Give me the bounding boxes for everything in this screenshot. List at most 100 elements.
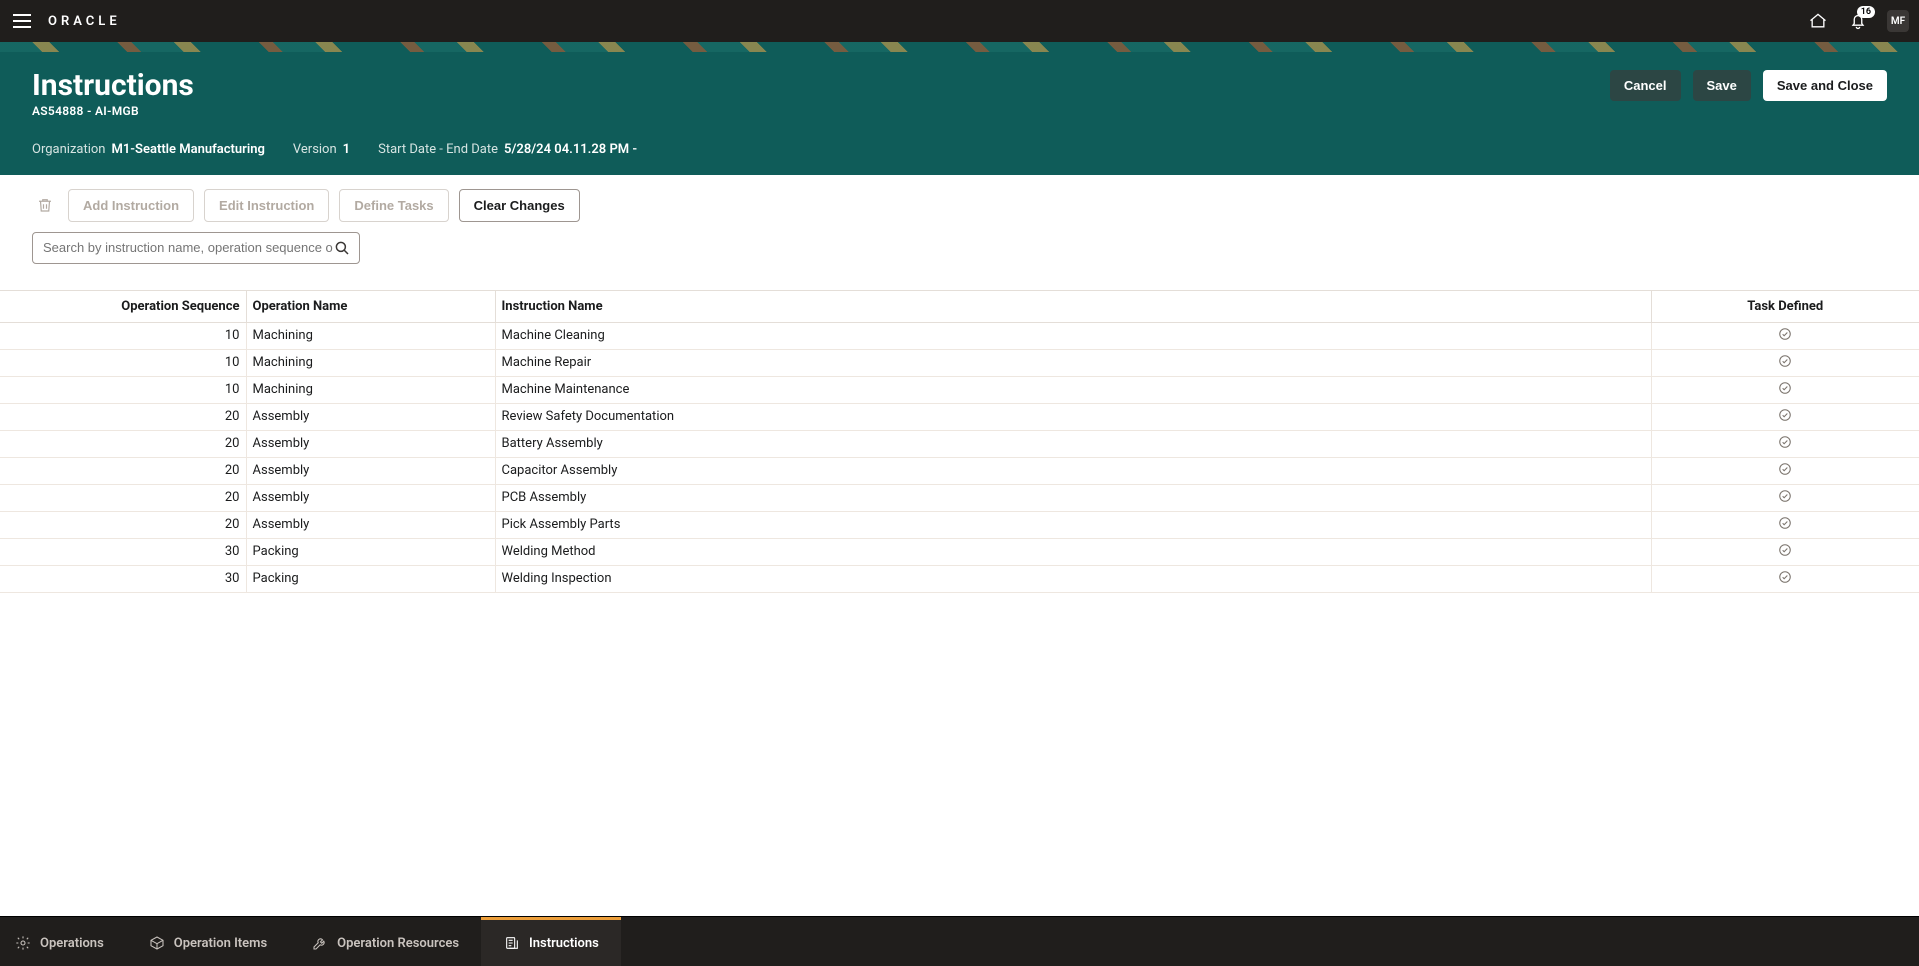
instructions-icon	[503, 934, 521, 952]
organization-value: M1-Seattle Manufacturing	[111, 142, 264, 157]
cell-sequence: 10	[0, 376, 246, 403]
cell-task-defined	[1651, 403, 1919, 430]
date-range-value: 5/28/24 04.11.28 PM -	[504, 142, 637, 157]
cell-operation-name: Machining	[246, 376, 495, 403]
cell-task-defined	[1651, 484, 1919, 511]
cell-task-defined	[1651, 511, 1919, 538]
nav-instructions[interactable]: Instructions	[481, 917, 621, 966]
check-circle-icon	[1778, 519, 1792, 534]
cell-task-defined	[1651, 538, 1919, 565]
cell-instruction-name: Welding Method	[495, 538, 1651, 565]
cell-task-defined	[1651, 322, 1919, 349]
oracle-logo: ORACLE	[48, 14, 121, 29]
cell-operation-name: Assembly	[246, 403, 495, 430]
cell-instruction-name: Review Safety Documentation	[495, 403, 1651, 430]
date-range-label: Start Date - End Date	[378, 142, 498, 157]
home-icon[interactable]	[1807, 10, 1829, 32]
version-label: Version	[293, 142, 337, 157]
cell-operation-name: Packing	[246, 538, 495, 565]
cell-sequence: 30	[0, 538, 246, 565]
cell-instruction-name: Battery Assembly	[495, 430, 1651, 457]
cell-operation-name: Assembly	[246, 511, 495, 538]
cell-instruction-name: Machine Maintenance	[495, 376, 1651, 403]
cell-sequence: 30	[0, 565, 246, 592]
nav-operation-resources[interactable]: Operation Resources	[289, 917, 481, 966]
nav-operations[interactable]: Operations	[0, 917, 126, 966]
wrench-icon	[311, 934, 329, 952]
nav-operation-resources-label: Operation Resources	[337, 936, 459, 951]
cell-instruction-name: Machine Repair	[495, 349, 1651, 376]
column-header-task-defined[interactable]: Task Defined	[1651, 290, 1919, 322]
column-header-instruction-name[interactable]: Instruction Name	[495, 290, 1651, 322]
check-circle-icon	[1778, 438, 1792, 453]
cell-sequence: 20	[0, 484, 246, 511]
clear-changes-button[interactable]: Clear Changes	[459, 189, 580, 222]
check-circle-icon	[1778, 330, 1792, 345]
cell-instruction-name: PCB Assembly	[495, 484, 1651, 511]
cell-operation-name: Assembly	[246, 430, 495, 457]
delete-icon	[32, 192, 58, 218]
add-instruction-button: Add Instruction	[68, 189, 194, 222]
define-tasks-button: Define Tasks	[339, 189, 448, 222]
table-row[interactable]: 30PackingWelding Method	[0, 538, 1919, 565]
search-input[interactable]	[43, 240, 333, 255]
cell-operation-name: Machining	[246, 349, 495, 376]
main-content: Add Instruction Edit Instruction Define …	[0, 175, 1919, 917]
column-header-sequence[interactable]: Operation Sequence	[0, 290, 246, 322]
check-circle-icon	[1778, 573, 1792, 588]
table-row[interactable]: 20AssemblyReview Safety Documentation	[0, 403, 1919, 430]
page-title: Instructions	[32, 70, 194, 102]
box-icon	[148, 934, 166, 952]
table-row[interactable]: 30PackingWelding Inspection	[0, 565, 1919, 592]
check-circle-icon	[1778, 357, 1792, 372]
table-row[interactable]: 10MachiningMachine Cleaning	[0, 322, 1919, 349]
search-field-wrapper[interactable]	[32, 232, 360, 264]
cell-sequence: 20	[0, 430, 246, 457]
organization-label: Organization	[32, 142, 105, 157]
search-icon[interactable]	[333, 239, 351, 257]
cell-sequence: 10	[0, 349, 246, 376]
avatar[interactable]: MF	[1887, 10, 1909, 32]
bottom-nav: Operations Operation Items Operation Res…	[0, 916, 1919, 966]
cell-instruction-name: Pick Assembly Parts	[495, 511, 1651, 538]
nav-operation-items[interactable]: Operation Items	[126, 917, 289, 966]
instructions-table: Operation Sequence Operation Name Instru…	[0, 290, 1919, 593]
check-circle-icon	[1778, 411, 1792, 426]
hamburger-menu-button[interactable]	[10, 9, 34, 33]
notifications-badge: 16	[1857, 6, 1875, 18]
cell-sequence: 20	[0, 457, 246, 484]
column-header-operation-name[interactable]: Operation Name	[246, 290, 495, 322]
check-circle-icon	[1778, 492, 1792, 507]
table-row[interactable]: 20AssemblyPick Assembly Parts	[0, 511, 1919, 538]
cell-operation-name: Assembly	[246, 457, 495, 484]
cell-task-defined	[1651, 349, 1919, 376]
table-row[interactable]: 10MachiningMachine Repair	[0, 349, 1919, 376]
gear-icon	[14, 934, 32, 952]
edit-instruction-button: Edit Instruction	[204, 189, 329, 222]
cell-operation-name: Machining	[246, 322, 495, 349]
cell-instruction-name: Machine Cleaning	[495, 322, 1651, 349]
cell-task-defined	[1651, 565, 1919, 592]
cell-task-defined	[1651, 430, 1919, 457]
table-row[interactable]: 20AssemblyBattery Assembly	[0, 430, 1919, 457]
cell-sequence: 10	[0, 322, 246, 349]
check-circle-icon	[1778, 384, 1792, 399]
cell-instruction-name: Welding Inspection	[495, 565, 1651, 592]
actions-toolbar: Add Instruction Edit Instruction Define …	[0, 175, 1919, 222]
save-and-close-button[interactable]: Save and Close	[1763, 70, 1887, 101]
notifications-icon[interactable]: 16	[1847, 10, 1869, 32]
cell-instruction-name: Capacitor Assembly	[495, 457, 1651, 484]
save-button[interactable]: Save	[1693, 70, 1751, 101]
table-row[interactable]: 20AssemblyCapacitor Assembly	[0, 457, 1919, 484]
nav-operations-label: Operations	[40, 936, 104, 951]
check-circle-icon	[1778, 465, 1792, 480]
table-row[interactable]: 20AssemblyPCB Assembly	[0, 484, 1919, 511]
cell-task-defined	[1651, 457, 1919, 484]
nav-instructions-label: Instructions	[529, 936, 599, 951]
cell-task-defined	[1651, 376, 1919, 403]
global-topbar: ORACLE 16 MF	[0, 0, 1919, 42]
check-circle-icon	[1778, 546, 1792, 561]
table-row[interactable]: 10MachiningMachine Maintenance	[0, 376, 1919, 403]
cancel-button[interactable]: Cancel	[1610, 70, 1681, 101]
cell-operation-name: Packing	[246, 565, 495, 592]
